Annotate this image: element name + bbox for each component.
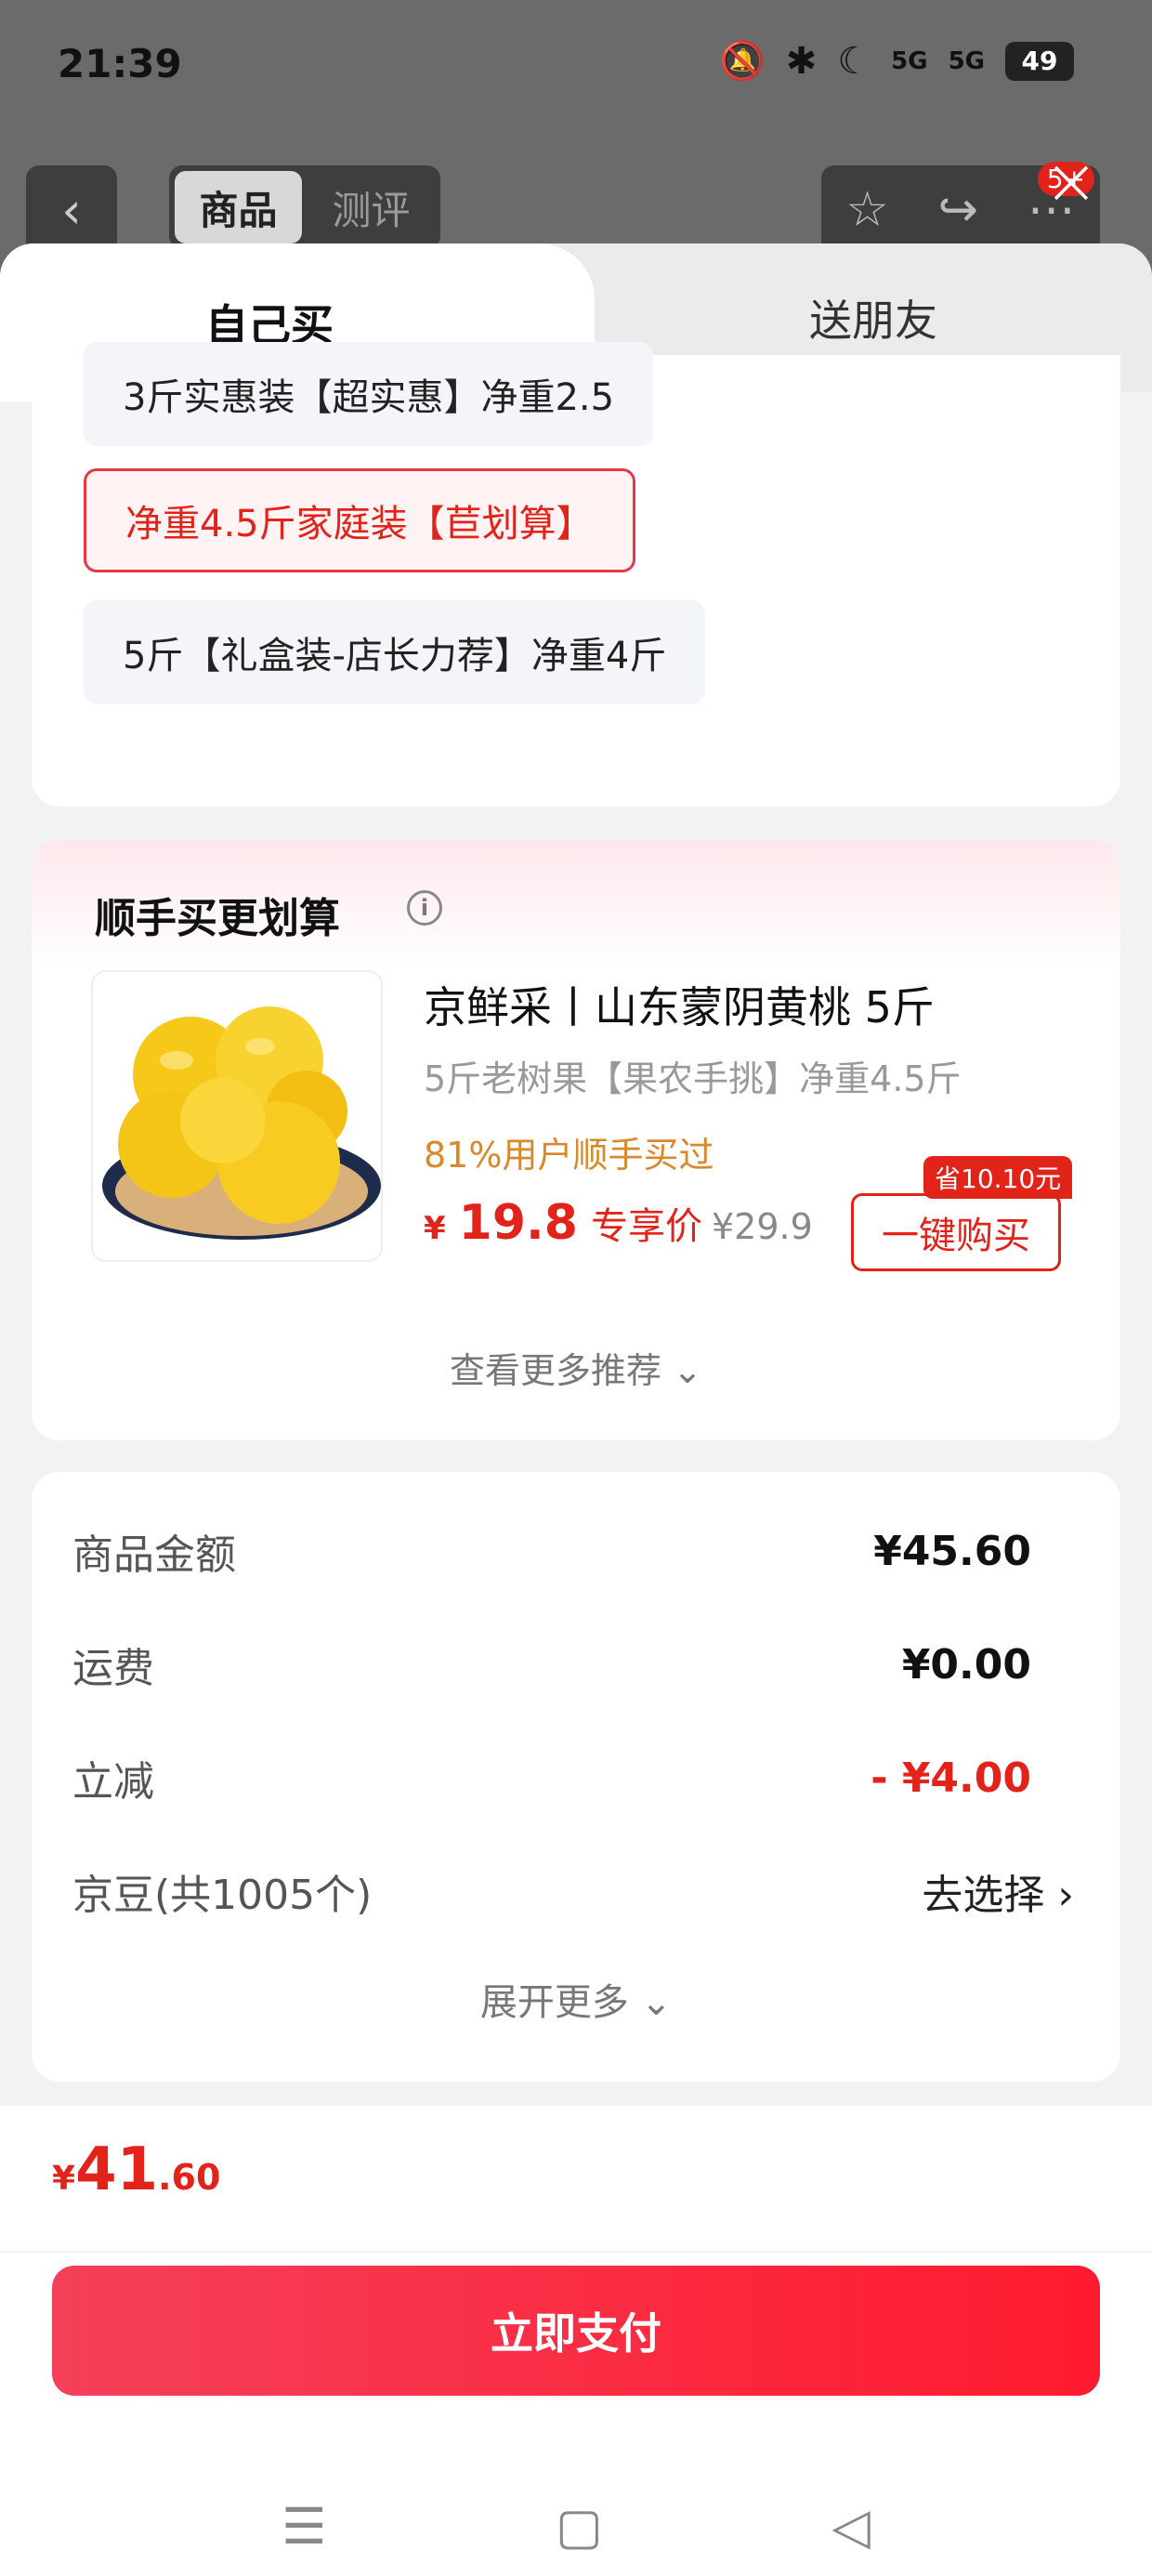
status-time: 21:39 <box>58 41 182 86</box>
summary-value: ¥0.00 <box>901 1640 1031 1689</box>
recommend-tag: 81%用户顺手买过 <box>424 1135 714 1176</box>
tab-product: 商品 <box>175 171 302 243</box>
pay-now-button[interactable]: 立即支付 <box>52 2266 1100 2396</box>
select-jingdou-link[interactable]: 去选择 › <box>922 1861 1074 1921</box>
expand-more-link[interactable]: 展开更多 ⌄ <box>32 1972 1120 2026</box>
star-icon: ☆ <box>845 182 889 238</box>
recommend-title: 顺手买更划算 <box>95 895 340 942</box>
spec-card: 3斤实惠装【超实惠】净重2.5 净重4.5斤家庭装【苣划算】 5斤【礼盒装-店长… <box>32 342 1120 807</box>
summary-row-jingdou[interactable]: 京豆(共1005个) 去选择 › <box>72 1849 1120 1933</box>
summary-value: - ¥4.00 <box>871 1754 1031 1802</box>
summary-row-discount: 立减 - ¥4.00 <box>72 1736 1120 1820</box>
info-icon[interactable]: i <box>407 890 442 926</box>
summary-card: 商品金额 ¥45.60 运费 ¥0.00 立减 - ¥4.00 京豆(共1005… <box>32 1472 1120 2082</box>
home-icon[interactable]: ▢ <box>556 2497 603 2556</box>
back-icon: ‹ <box>26 165 117 255</box>
total-integer: 41 <box>75 2136 159 2204</box>
spec-option-selected[interactable]: 净重4.5斤家庭装【苣划算】 <box>84 468 635 572</box>
status-icons: 🔕 ✱ ☾ 5G 5G 49 <box>719 39 1074 83</box>
menu-icon[interactable]: ☰ <box>281 2497 326 2556</box>
signal-icon: 5G <box>948 46 985 75</box>
bluetooth-icon: ✱ <box>785 39 818 83</box>
price-value: 19.8 <box>458 1195 578 1251</box>
purchase-sheet: 送朋友 自己买 3斤实惠装【超实惠】净重2.5 净重4.5斤家庭装【苣划算】 5… <box>0 243 1152 2576</box>
signal-icon: 5G <box>891 46 928 75</box>
divider <box>0 2251 1152 2253</box>
mute-icon: 🔕 <box>718 40 766 83</box>
tab-review: 测评 <box>332 187 411 233</box>
spec-option[interactable]: 5斤【礼盒装-店长力荐】净重4斤 <box>84 600 706 704</box>
battery-icon: 49 <box>1005 41 1074 81</box>
moon-icon: ☾ <box>837 39 871 83</box>
share-icon: ↪ <box>937 182 979 238</box>
total-decimal: .60 <box>158 2157 221 2198</box>
checkout-bar: ¥ 41 .60 立即支付 ☰ ▢ ◁ <box>0 2106 1152 2576</box>
total-price: ¥ 41 .60 <box>52 2136 220 2204</box>
summary-row-shipping: 运费 ¥0.00 <box>72 1623 1120 1706</box>
recommend-product-name[interactable]: 京鲜采丨山东蒙阴黄桃 5斤 <box>424 974 935 1035</box>
product-image[interactable] <box>91 970 383 1262</box>
summary-value: ¥45.60 <box>873 1527 1031 1575</box>
one-click-buy-button[interactable]: 一键购买 <box>851 1193 1061 1271</box>
total-currency: ¥ <box>52 2160 76 2198</box>
summary-row-amount: 商品金额 ¥45.60 <box>72 1509 1120 1593</box>
summary-label: 京豆(共1005个) <box>72 1872 373 1919</box>
more-recommend-link[interactable]: 查看更多推荐 ⌄ <box>32 1342 1120 1393</box>
background-tabs: 商品 测评 <box>169 165 440 249</box>
status-bar: 21:39 🔕 ✱ ☾ 5G 5G 49 <box>0 0 1152 139</box>
summary-label: 运费 <box>72 1645 154 1692</box>
recommend-card: 顺手买更划算 i 京鲜采丨山东蒙阴黄桃 5斤 5斤老树果【果农手挑】净重4.5斤… <box>32 840 1120 1440</box>
price-currency: ¥ <box>424 1210 446 1247</box>
recommend-price: ¥ 19.8 专享价 <box>424 1195 702 1251</box>
summary-label: 立减 <box>72 1758 154 1806</box>
close-icon[interactable]: × <box>1039 149 1104 214</box>
original-price: ¥29.9 <box>712 1206 813 1247</box>
back-nav-icon[interactable]: ◁ <box>831 2497 871 2556</box>
recommend-product-spec: 5斤老树果【果农手挑】净重4.5斤 <box>424 1058 962 1099</box>
summary-label: 商品金额 <box>72 1531 236 1579</box>
system-nav-bar: ☰ ▢ ◁ <box>0 2479 1152 2572</box>
price-label: 专享价 <box>590 1205 702 1248</box>
save-badge: 省10.10元 <box>923 1156 1073 1199</box>
spec-option[interactable]: 3斤实惠装【超实惠】净重2.5 <box>84 342 654 446</box>
